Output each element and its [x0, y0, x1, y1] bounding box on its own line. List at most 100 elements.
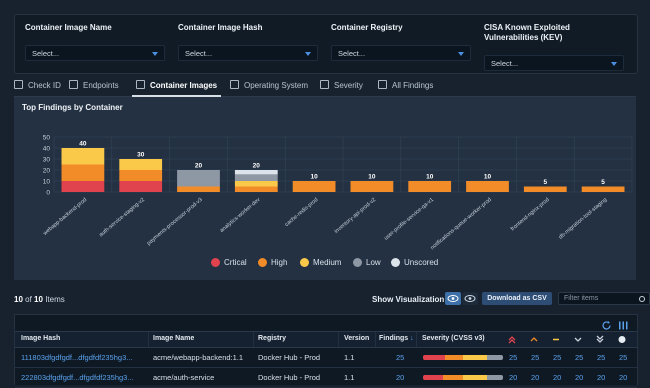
y-tick-label: 30 — [43, 157, 51, 164]
legend-label: Crtical — [224, 258, 247, 267]
severity-count-link[interactable]: 25 — [597, 353, 605, 362]
table-header: Image Hash Image Name Registry Version F… — [15, 331, 637, 348]
filter-label: Container Registry — [331, 23, 403, 32]
legend-dot-critical — [211, 258, 220, 267]
bar-value-label: 10 — [368, 174, 376, 181]
bar-segment — [523, 186, 567, 192]
col-divider — [338, 332, 339, 347]
bar-segment — [61, 181, 105, 192]
tab-check-id[interactable]: Check ID — [14, 80, 61, 95]
severity-segment — [463, 375, 487, 380]
tab-label: Severity — [334, 81, 363, 90]
severity-count-link[interactable]: 25 — [509, 353, 517, 362]
col-severity[interactable]: Severity (CVSS v3) — [422, 335, 485, 342]
legend-label: Low — [366, 258, 381, 267]
severity-count-link[interactable]: 25 — [553, 353, 561, 362]
col-findings-label: Findings — [379, 335, 409, 342]
severity-count-link[interactable]: 20 — [619, 373, 627, 382]
col-divider — [416, 332, 417, 347]
legend-dot-medium — [300, 258, 309, 267]
table-toolbar: 10 of 10 Items Show Visualization: Downl… — [14, 292, 650, 308]
col-version[interactable]: Version — [344, 335, 369, 342]
search-icon — [639, 296, 645, 302]
show-visualization-toggle[interactable] — [445, 292, 461, 305]
unscored-circle-icon — [618, 336, 626, 343]
col-registry[interactable]: Registry — [258, 335, 286, 342]
filter-image-hash: Container Image Hash Select... — [178, 23, 318, 61]
download-csv-button[interactable]: Download as CSV — [482, 292, 552, 305]
tab-severity[interactable]: Severity — [320, 80, 363, 95]
viz-label: Show Visualization: — [372, 295, 447, 304]
view-tabs: Check ID Endpoints Container Images Oper… — [14, 78, 636, 97]
registry-select[interactable]: Select... — [331, 45, 471, 61]
image-hash-link[interactable]: 111803dfgdfgdf...dfgdfdf235hg3... — [21, 353, 133, 362]
version-cell: 1.1 — [344, 353, 355, 362]
severity-segment — [486, 355, 503, 360]
x-tick-label: user-profile-service-qa-v1 — [383, 197, 435, 242]
bar-segment — [119, 159, 163, 170]
image-name-select[interactable]: Select... — [25, 45, 165, 61]
severity-count-link[interactable]: 20 — [597, 373, 605, 382]
tab-container-images[interactable]: Container Images — [132, 80, 222, 97]
chevron-down-icon — [458, 52, 464, 56]
filter-placeholder: Filter items — [564, 295, 599, 302]
filter-label: Container Image Hash — [178, 23, 263, 32]
legend-dot-low — [353, 258, 362, 267]
tab-all-findings[interactable]: All Findings — [378, 80, 433, 95]
col-findings[interactable]: Findings ↓ — [379, 335, 414, 342]
chevron-down-icon — [305, 52, 311, 56]
severity-count-link[interactable]: 20 — [531, 373, 539, 382]
severity-level-icons — [508, 335, 626, 344]
findings-count-link[interactable]: 20 — [396, 373, 404, 382]
bar-segment — [234, 181, 278, 187]
high-chevron-icon — [530, 337, 538, 342]
severity-segment — [487, 375, 503, 380]
image-hash-select[interactable]: Select... — [178, 45, 318, 61]
findings-bar-chart: 0 10 20 30 40 50 40 webapp-backend-prod 30 auth-s… — [42, 135, 633, 251]
image-name-cell: acme/webapp-backend:1.1 — [153, 353, 244, 362]
image-hash-link[interactable]: 222803dfgdfgdf...dfgdfdf235hg3... — [21, 373, 134, 382]
col-image-hash[interactable]: Image Hash — [21, 335, 60, 342]
filter-items-input[interactable]: Filter items — [558, 292, 650, 305]
severity-segment — [445, 355, 463, 360]
table-row: 222803dfgdfgdf...dfgdfdf235hg3... acme/au… — [15, 367, 637, 388]
hide-visualization-toggle[interactable] — [462, 292, 478, 305]
bar-segment — [61, 164, 105, 181]
bar-value-label: 5 — [543, 179, 547, 186]
severity-count-link[interactable]: 25 — [531, 353, 539, 362]
col-divider — [253, 332, 254, 347]
findings-count-link[interactable]: 25 — [396, 353, 404, 362]
chart-panel: Top Findings by Container 0 10 20 30 40 50 40 w… — [14, 97, 636, 280]
x-tick-label: db-migration-tool-staging — [558, 197, 608, 241]
bar-value-label: 5 — [601, 179, 605, 186]
kev-select[interactable]: Select... — [484, 55, 624, 71]
items-count: 10 of 10 Items — [14, 295, 65, 304]
tab-endpoints[interactable]: Endpoints — [69, 80, 119, 95]
bar-segment — [61, 148, 105, 165]
sort-arrow-icon: ↓ — [410, 335, 414, 342]
layers-icon — [320, 80, 329, 89]
severity-count-link[interactable]: 20 — [575, 373, 583, 382]
chevron-down-icon — [152, 52, 158, 56]
severity-count-link[interactable]: 20 — [509, 373, 517, 382]
severity-count-link[interactable]: 20 — [553, 373, 561, 382]
select-value: Select... — [338, 49, 366, 58]
legend-label: Medium — [313, 258, 342, 267]
bar-segment — [234, 174, 278, 181]
x-tick-label: frontend-nginx-prod — [510, 197, 551, 232]
count-shown: 10 — [14, 295, 23, 304]
col-image-name[interactable]: Image Name — [153, 335, 194, 342]
lowest-chevrons-icon — [596, 335, 604, 343]
tab-operating-system[interactable]: Operating System — [230, 80, 308, 95]
severity-count-link[interactable]: 25 — [575, 353, 583, 362]
findings-table: Image Hash Image Name Registry Version F… — [14, 314, 638, 388]
columns-icon[interactable] — [619, 321, 628, 330]
refresh-icon[interactable] — [602, 321, 611, 330]
x-tick-label: notifications-queue-worker-prod — [430, 197, 493, 251]
bar-segment — [466, 181, 509, 192]
y-tick-label: 0 — [46, 190, 50, 197]
bar-segment — [408, 181, 452, 192]
severity-count-link[interactable]: 25 — [619, 353, 627, 362]
bar-segment — [234, 170, 278, 175]
x-tick-label: inventory-api-prod-v2 — [334, 197, 378, 235]
